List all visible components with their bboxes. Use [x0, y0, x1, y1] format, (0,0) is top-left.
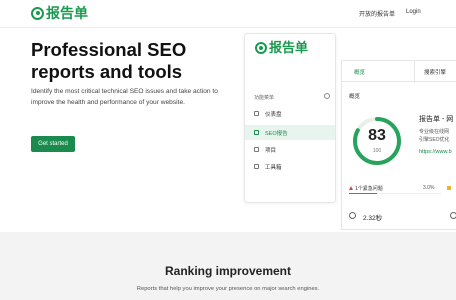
tab-overview[interactable]: 概览	[354, 68, 365, 76]
issue-label: 1个紧急问题	[355, 186, 383, 192]
logo-ring-icon	[31, 6, 44, 20]
preview-brand-name: 报告单	[269, 40, 309, 55]
grid-icon	[254, 111, 259, 116]
nav-open-source-link[interactable]: 开放的报告单	[359, 9, 395, 18]
sidebar-item-dashboard[interactable]: 仪表盘	[245, 106, 335, 121]
load-time: 2.32秒	[349, 211, 456, 225]
top-navigation: 报告单 开放的报告单 Login	[0, 0, 456, 28]
report-url[interactable]: https://www.b	[419, 149, 452, 155]
issue-bar-fill	[349, 193, 377, 194]
score-value: 83	[368, 127, 386, 144]
score-max: 100	[372, 148, 382, 154]
report-description: 专业级在线网 引擎SEO优化	[419, 128, 456, 144]
tab-search-engine[interactable]: 搜索引擎	[424, 68, 446, 76]
section-title: 概览	[349, 94, 361, 100]
load-time-value: 2.32秒	[363, 215, 383, 222]
issue-row: 1个紧急问题 3.0%	[349, 184, 456, 198]
warning-square-icon	[447, 186, 451, 190]
preview-brand-logo: 报告单	[255, 40, 308, 56]
report-icon	[254, 130, 259, 135]
warning-triangle-icon	[349, 186, 353, 190]
get-started-button[interactable]: Get started	[31, 136, 75, 152]
sidebar-item-seo-report[interactable]: SEO报告	[245, 125, 335, 140]
tools-icon	[254, 164, 259, 169]
sidebar-item-projects[interactable]: 项目	[245, 142, 335, 157]
sidebar-item-label: 项目	[265, 148, 277, 154]
tab-divider	[414, 61, 415, 83]
report-description-line: 引擎SEO优化	[419, 137, 450, 143]
sidebar-item-label: 仪表盘	[265, 112, 282, 118]
hero-subtitle: Identify the most critical technical SEO…	[31, 88, 218, 106]
app-preview-sidebar: 报告单 功能菜单 仪表盘 SEO报告 项目 工具箱	[244, 33, 336, 203]
report-title: 报告单 - 网	[419, 116, 454, 123]
nav-login-link[interactable]: Login	[406, 9, 421, 15]
project-icon	[254, 147, 259, 152]
preview-logo-ring-icon	[255, 42, 267, 54]
clock-icon	[349, 212, 356, 219]
hero-title: Professional SEO reports and tools	[31, 39, 187, 82]
features-subtitle: Reports that help you improve your prese…	[136, 286, 320, 292]
gear-icon[interactable]	[324, 93, 330, 99]
brand-logo[interactable]: 报告单	[31, 5, 88, 21]
features-title: Ranking improvement	[164, 264, 292, 278]
size-icon	[450, 212, 456, 219]
report-description-line: 专业级在线网	[419, 129, 450, 135]
sidebar-item-tools[interactable]: 工具箱	[245, 159, 335, 174]
menu-header-label: 功能菜单	[254, 95, 275, 101]
issue-percent: 3.0%	[423, 185, 435, 191]
brand-name: 报告单	[46, 5, 88, 21]
preview-tabs: 概览 搜索引擎	[341, 60, 456, 83]
sidebar-item-label: SEO报告	[265, 131, 288, 137]
sidebar-item-label: 工具箱	[265, 165, 282, 171]
